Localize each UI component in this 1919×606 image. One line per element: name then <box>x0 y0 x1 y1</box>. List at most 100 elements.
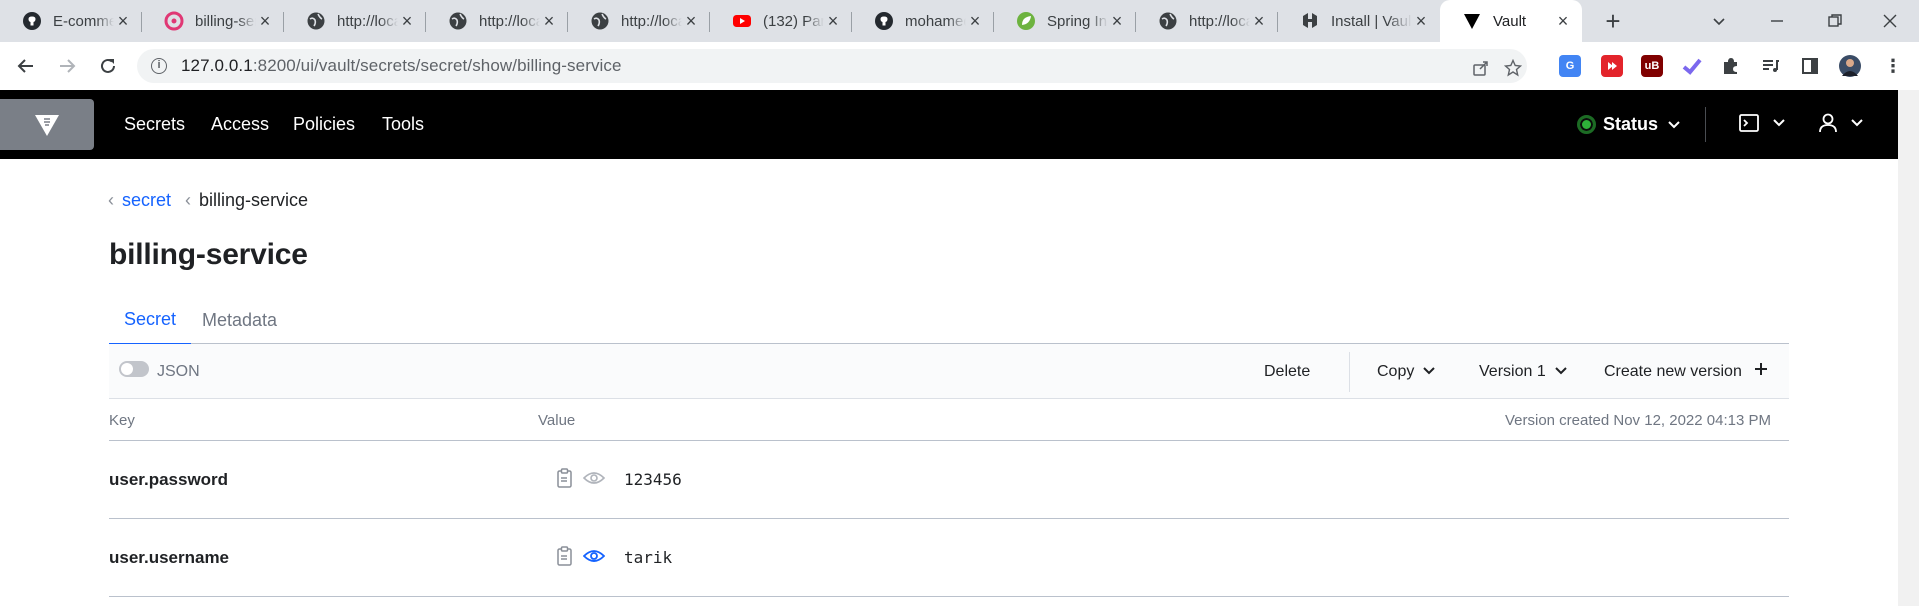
plus-icon <box>1754 362 1768 381</box>
tab-title: http://localhost <box>1189 12 1250 30</box>
version-dropdown[interactable]: Version 1 <box>1479 344 1568 399</box>
share-icon[interactable] <box>1471 58 1491 78</box>
close-window-button[interactable] <box>1861 0 1919 42</box>
browser-tab-active[interactable]: Vault × <box>1440 0 1582 42</box>
forward-button[interactable] <box>55 54 79 78</box>
tab-title: http://localhost <box>621 12 682 30</box>
chevron-down-icon <box>1667 114 1681 135</box>
page-scrollbar[interactable] <box>1898 90 1919 606</box>
reveal-value-icon[interactable] <box>583 467 605 489</box>
minimize-button[interactable] <box>1748 0 1806 42</box>
reading-list-icon[interactable] <box>1759 55 1781 77</box>
create-new-version-button[interactable]: Create new version <box>1604 344 1768 399</box>
copy-dropdown[interactable]: Copy <box>1377 344 1436 399</box>
media-extension-icon[interactable] <box>1601 55 1623 77</box>
console-menu[interactable] <box>1738 112 1786 134</box>
secret-key: user.password <box>109 470 229 489</box>
address-bar[interactable]: i 127.0.0.1:8200/ui/vault/secrets/secret… <box>137 49 1527 83</box>
close-tab-icon[interactable]: × <box>824 12 842 30</box>
toolbar-divider <box>1349 352 1350 392</box>
close-tab-icon[interactable]: × <box>966 12 984 30</box>
reload-button[interactable] <box>96 54 120 78</box>
tab-title: Vault <box>1493 12 1527 30</box>
extensions-puzzle-icon[interactable] <box>1719 55 1741 77</box>
browser-tab[interactable]: Install | Vault × <box>1278 0 1440 42</box>
tab-title: http://localhost <box>479 12 540 30</box>
url-text: 127.0.0.1:8200/ui/vault/secrets/secret/s… <box>181 56 622 76</box>
close-tab-icon[interactable]: × <box>682 12 700 30</box>
profile-avatar[interactable] <box>1839 55 1861 77</box>
table-header: Key Value Version created Nov 12, 2022 0… <box>109 400 1789 441</box>
browser-toolbar: i 127.0.0.1:8200/ui/vault/secrets/secret… <box>0 42 1919 90</box>
nav-tools[interactable]: Tools <box>382 90 424 159</box>
breadcrumb-parent-link[interactable]: secret <box>122 190 171 211</box>
hashicorp-icon <box>1300 11 1320 31</box>
close-tab-icon[interactable]: × <box>1412 12 1430 30</box>
user-menu[interactable] <box>1818 112 1864 134</box>
chevron-left-icon: ‹ <box>185 190 192 210</box>
vault-header: Secrets Access Policies Tools Status <box>0 90 1898 159</box>
tab-title: mohamed <box>905 12 966 30</box>
close-tab-icon[interactable]: × <box>1108 12 1126 30</box>
ublock-icon[interactable]: uB <box>1641 55 1663 77</box>
breadcrumb: ‹ secret ‹ billing-service <box>108 190 308 211</box>
key-column-header: Key <box>109 412 135 429</box>
copy-label: Copy <box>1377 362 1415 380</box>
globe-icon <box>448 11 468 31</box>
side-panel-icon[interactable] <box>1799 55 1821 77</box>
browser-tab[interactable]: (132) Part × <box>710 0 852 42</box>
browser-tab[interactable]: mohamed × <box>852 0 994 42</box>
close-tab-icon[interactable]: × <box>114 12 132 30</box>
browser-tab[interactable]: billing-service × <box>142 0 284 42</box>
browser-tab[interactable]: E-commerce × <box>0 0 142 42</box>
browser-tab[interactable]: http://localhost × <box>1136 0 1278 42</box>
vault-icon <box>1462 11 1482 31</box>
google-translate-icon[interactable]: G <box>1559 55 1581 77</box>
back-button[interactable] <box>14 54 38 78</box>
vault-logo[interactable] <box>0 99 94 150</box>
secret-tabs: Secret Metadata <box>109 296 1789 345</box>
browser-menu-icon[interactable]: ⋮ <box>1882 55 1904 77</box>
user-icon <box>1819 113 1837 133</box>
tab-secret[interactable]: Secret <box>109 296 192 345</box>
create-label: Create new version <box>1604 362 1742 380</box>
restore-button[interactable] <box>1806 0 1864 42</box>
hide-value-icon[interactable] <box>583 545 605 567</box>
copy-icon[interactable] <box>554 467 576 489</box>
tab-title: (132) Part <box>763 12 824 30</box>
globe-icon <box>1158 11 1178 31</box>
json-toggle[interactable] <box>119 361 149 377</box>
bookmark-star-icon[interactable] <box>1503 58 1523 78</box>
copy-icon[interactable] <box>554 545 576 567</box>
browser-tab[interactable]: http://localhost × <box>284 0 426 42</box>
close-tab-icon[interactable]: × <box>540 12 558 30</box>
browser-tab[interactable]: http://localhost × <box>568 0 710 42</box>
tab-metadata[interactable]: Metadata <box>187 296 292 344</box>
secret-value: 123456 <box>624 470 682 489</box>
close-tab-icon[interactable]: × <box>398 12 416 30</box>
nav-access[interactable]: Access <box>211 90 269 159</box>
globe-icon <box>306 11 326 31</box>
github-icon <box>874 11 894 31</box>
close-tab-icon[interactable]: × <box>1554 12 1572 30</box>
globe-icon <box>590 11 610 31</box>
browser-tab[interactable]: Spring Initializr × <box>994 0 1136 42</box>
vault-logo-icon <box>35 114 59 136</box>
youtube-icon <box>732 11 752 31</box>
new-tab-button[interactable]: + <box>1600 8 1626 34</box>
nav-policies[interactable]: Policies <box>293 90 355 159</box>
secret-key: user.username <box>109 548 230 567</box>
close-tab-icon[interactable]: × <box>1250 12 1268 30</box>
chevron-down-icon <box>1773 119 1785 127</box>
status-menu[interactable]: Status <box>1577 90 1681 159</box>
nav-secrets[interactable]: Secrets <box>124 90 185 159</box>
delete-button[interactable]: Delete <box>1264 344 1310 399</box>
browser-tab[interactable]: http://localhost × <box>426 0 568 42</box>
site-info-icon[interactable]: i <box>151 58 167 74</box>
checkmark-extension-icon[interactable] <box>1681 55 1703 77</box>
spring-icon <box>1016 11 1036 31</box>
tab-search-button[interactable] <box>1690 0 1748 42</box>
terminal-icon <box>1739 114 1759 132</box>
table-row: user.password 123456 <box>109 441 1789 519</box>
close-tab-icon[interactable]: × <box>256 12 274 30</box>
